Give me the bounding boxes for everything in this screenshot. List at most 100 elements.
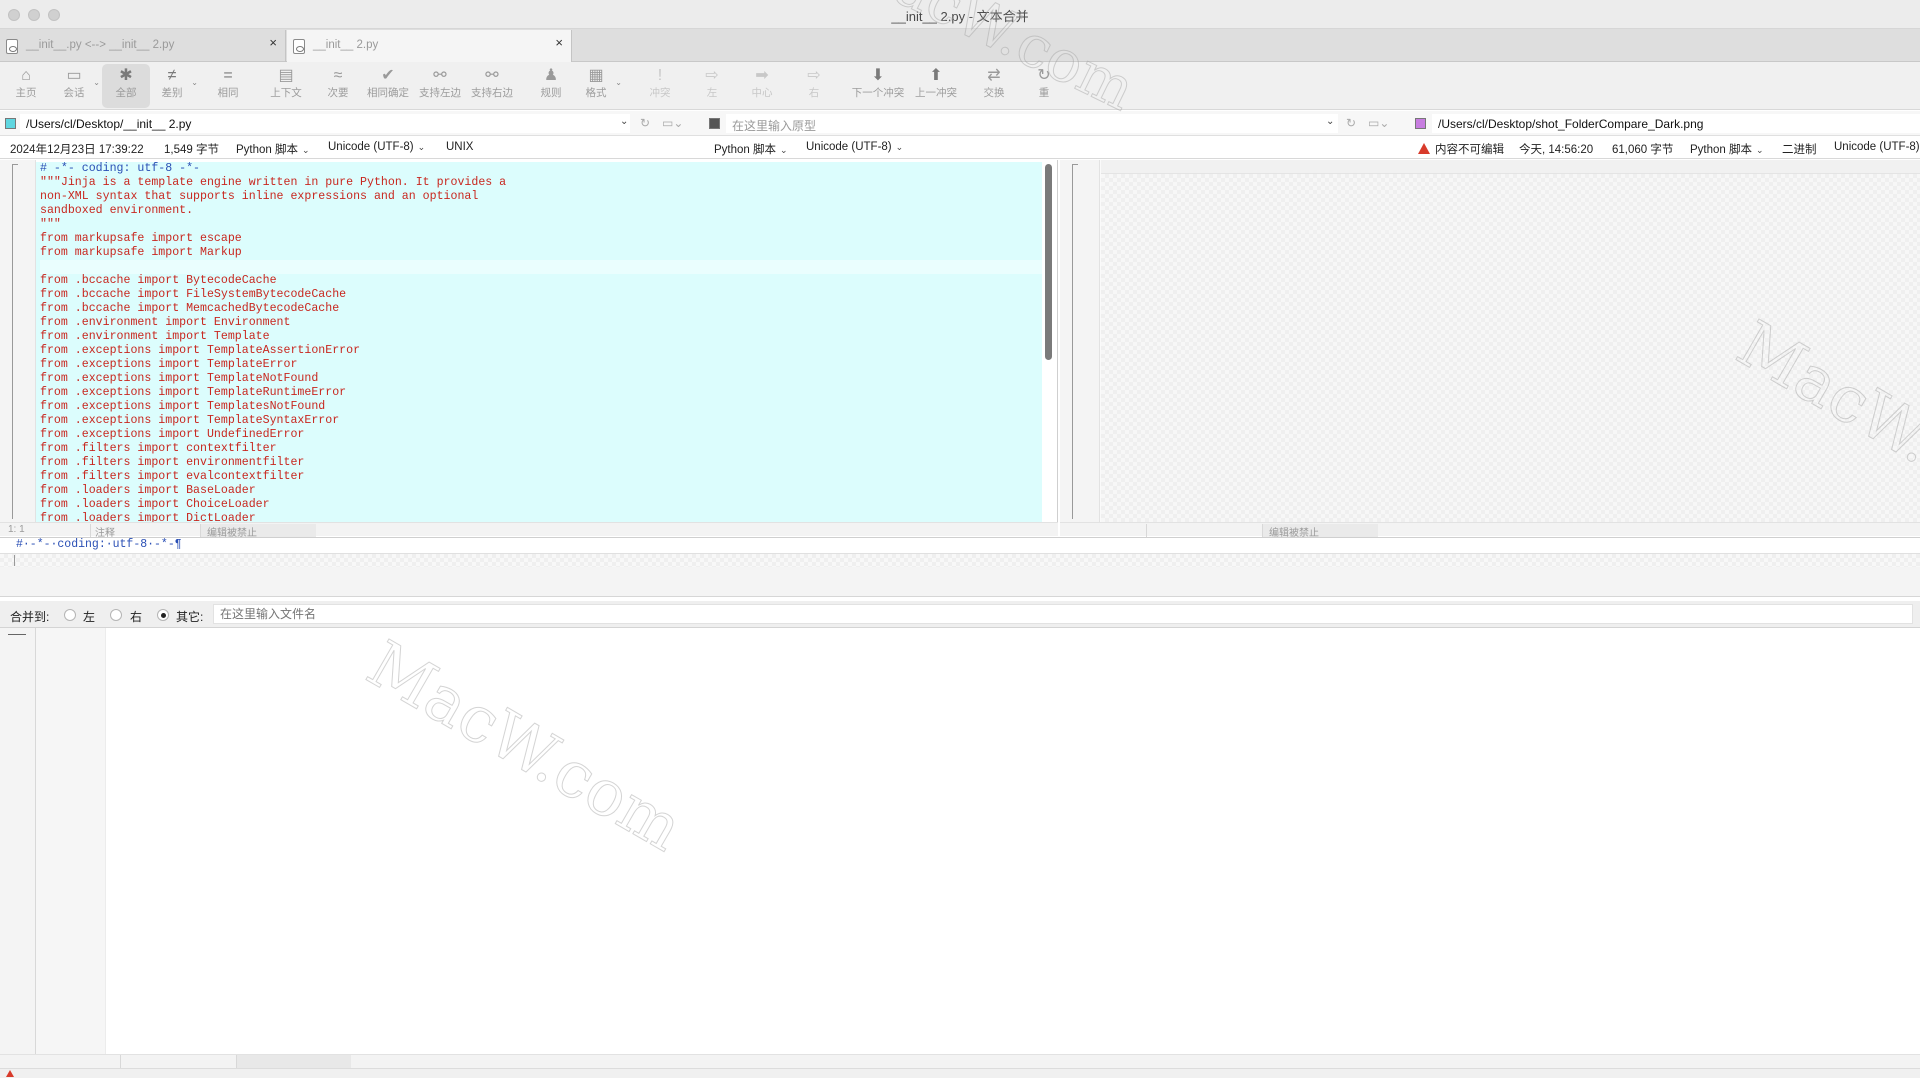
diff-bracket <box>14 555 20 566</box>
center-color-swatch <box>709 118 720 129</box>
toolbar-all-button[interactable]: ✱ 全部 <box>102 64 150 108</box>
toolbar-reload-button[interactable]: ↻ 重 <box>1020 64 1068 108</box>
toolbar-label: 上下文 <box>270 87 302 99</box>
code-line: from .bccache import BytecodeCache <box>40 274 277 287</box>
right-file-date: 今天, 14:56:20 <box>1519 144 1594 156</box>
toolbar-prev-conflict-button[interactable]: ⬆ 上一冲突 <box>910 64 962 108</box>
code-line: from .loaders import BaseLoader <box>40 484 256 497</box>
toolbar-context-button[interactable]: ▤ 上下文 <box>262 64 310 108</box>
right-header-strip <box>1101 160 1920 174</box>
chevron-down-icon[interactable]: ⌄ <box>1326 116 1334 127</box>
arrow-center-icon: ➡ <box>755 67 769 84</box>
toolbar-label: 会话 <box>63 87 85 99</box>
left-editor-pane[interactable]: # -*- coding: utf-8 -*- """Jinja is a tem… <box>0 160 1058 539</box>
tab-compare-session[interactable]: __init__.py <--> __init__ 2.py × <box>0 30 286 62</box>
document-icon <box>293 39 305 54</box>
chevron-down-icon[interactable]: ⌄ <box>620 116 628 127</box>
merge-to-label: 合并到: <box>10 610 50 624</box>
merged-gutter <box>0 628 36 1054</box>
folder-icon[interactable]: ▭⌄ <box>662 117 690 129</box>
toolbar-same-confirm-button[interactable]: ✔ 相同确定 <box>364 64 412 108</box>
left-code-area[interactable]: # -*- coding: utf-8 -*- """Jinja is a tem… <box>36 162 1042 522</box>
code-line: from .loaders import ChoiceLoader <box>40 498 270 511</box>
toolbar-swap-button[interactable]: ⇄ 交换 <box>970 64 1018 108</box>
toolbar-format-button[interactable]: ▦ 格式 ⌄ <box>572 64 623 108</box>
right-format-select[interactable]: Python 脚本 ⌄ <box>1690 141 1764 157</box>
tab-merge-session[interactable]: __init__ 2.py × <box>287 30 572 62</box>
session-icon: ▭ <box>66 67 82 84</box>
diff-bracket <box>12 164 18 519</box>
merge-other-label: 其它: <box>176 610 204 624</box>
toolbar-label: 相同确定 <box>367 87 409 99</box>
line-detail-panel: #·-*-·coding:·utf-8·-*-¶ <box>0 537 1920 567</box>
path-bar: /Users/cl/Desktop/__init__ 2.py ⌄ ↻ ▭⌄ 在… <box>0 111 1920 136</box>
merge-right-radio[interactable] <box>110 609 122 621</box>
right-editor-pane[interactable]: 编辑被禁止 <box>1060 160 1920 539</box>
toolbar-label: 冲突 <box>649 87 671 99</box>
toolbar-favor-right-button[interactable]: ⚯ 支持右边 <box>468 64 516 108</box>
toolbar-conflict-button[interactable]: ! 冲突 <box>636 64 684 108</box>
code-line: """Jinja is a template engine written in… <box>40 176 507 189</box>
diff-marker <box>8 634 26 635</box>
left-path-field[interactable]: /Users/cl/Desktop/__init__ 2.py <box>20 114 630 133</box>
left-line-ending[interactable]: UNIX <box>446 141 473 153</box>
toolbar-rules-button[interactable]: ♟ 规则 <box>527 64 575 108</box>
toolbar-label: 右 <box>808 87 820 99</box>
toolbar-minor-button[interactable]: ≈ 次要 <box>314 64 362 108</box>
merge-other-radio[interactable] <box>157 609 169 621</box>
tab-close-icon[interactable]: × <box>555 35 563 50</box>
center-format-select[interactable]: Python 脚本 ⌄ <box>714 141 788 157</box>
toolbar-favor-left-button[interactable]: ⚯ 支持左边 <box>416 64 464 108</box>
merge-right-label: 右 <box>130 610 143 624</box>
rules-icon: ♟ <box>543 67 559 84</box>
code-line: from .exceptions import TemplateError <box>40 358 298 371</box>
folder-icon[interactable]: ▭⌄ <box>1368 117 1396 129</box>
left-color-swatch <box>5 118 16 129</box>
code-line: from .exceptions import TemplateRuntimeE… <box>40 386 347 399</box>
chevron-down-icon: ⌄ <box>1756 145 1764 155</box>
format-label: Python 脚本 <box>714 144 776 156</box>
toolbar-diff-button[interactable]: ≠ 差别 ⌄ <box>148 64 199 108</box>
left-encoding-select[interactable]: Unicode (UTF-8) ⌄ <box>328 141 425 153</box>
code-line: """ <box>40 218 61 231</box>
asterisk-icon: ✱ <box>119 67 133 84</box>
left-format-select[interactable]: Python 脚本 ⌄ <box>236 141 310 157</box>
code-line: from .bccache import FileSystemBytecodeC… <box>40 288 347 301</box>
chevron-down-icon: ⌄ <box>615 78 622 87</box>
toolbar-same-button[interactable]: = 相同 <box>204 64 252 108</box>
toolbar-session-button[interactable]: ▭ 会话 ⌄ <box>50 64 101 108</box>
right-path-field[interactable]: /Users/cl/Desktop/shot_FolderCompare_Dar… <box>1432 114 1920 133</box>
merge-left-radio[interactable] <box>64 609 76 621</box>
merge-filename-input[interactable] <box>213 604 1913 624</box>
tab-label: __init__.py <--> __init__ 2.py <box>26 39 175 51</box>
toolbar-take-center-button[interactable]: ➡ 中心 <box>738 64 786 108</box>
toolbar-home-button[interactable]: ⌂ 主页 <box>2 64 50 108</box>
right-color-swatch <box>1415 118 1426 129</box>
code-line: from .bccache import MemcachedBytecodeCa… <box>40 302 340 315</box>
toolbar-label: 交换 <box>983 87 1005 99</box>
toolbar-take-left-button[interactable]: ⇨ 左 <box>688 64 736 108</box>
toolbar-label: 重 <box>1038 87 1050 99</box>
right-encoding-select[interactable]: Unicode (UTF-8) <box>1834 141 1920 153</box>
code-line: from .exceptions import TemplateSyntaxEr… <box>40 414 340 427</box>
prev-conflict-icon: ⬆ <box>929 67 943 84</box>
right-mode[interactable]: 二进制 <box>1782 141 1817 157</box>
arrow-left-icon: ⇨ <box>705 67 719 84</box>
tab-close-icon[interactable]: × <box>269 35 277 50</box>
code-line: from .environment import Template <box>40 330 270 343</box>
left-scrollbar-thumb[interactable] <box>1045 164 1052 360</box>
code-line: from .exceptions import UndefinedError <box>40 428 305 441</box>
toolbar-label: 上一冲突 <box>915 87 957 99</box>
reload-path-icon[interactable]: ↻ <box>1346 117 1362 129</box>
center-encoding-select[interactable]: Unicode (UTF-8) ⌄ <box>806 141 903 153</box>
toolbar-next-conflict-button[interactable]: ⬇ 下一个冲突 <box>850 64 906 108</box>
toolbar-take-right-button[interactable]: ⇨ 右 <box>790 64 838 108</box>
code-line: from .exceptions import TemplateAssertio… <box>40 344 361 357</box>
reload-path-icon[interactable]: ↻ <box>640 117 656 129</box>
center-path-field[interactable]: 在这里输入原型 <box>726 114 1338 133</box>
status-segment <box>236 1055 351 1068</box>
code-line: from .loaders import DictLoader <box>40 512 256 522</box>
merged-editor-pane[interactable] <box>0 628 1920 1068</box>
chevron-down-icon: ⌄ <box>93 78 100 87</box>
code-line: from .exceptions import TemplateNotFound <box>40 372 319 385</box>
